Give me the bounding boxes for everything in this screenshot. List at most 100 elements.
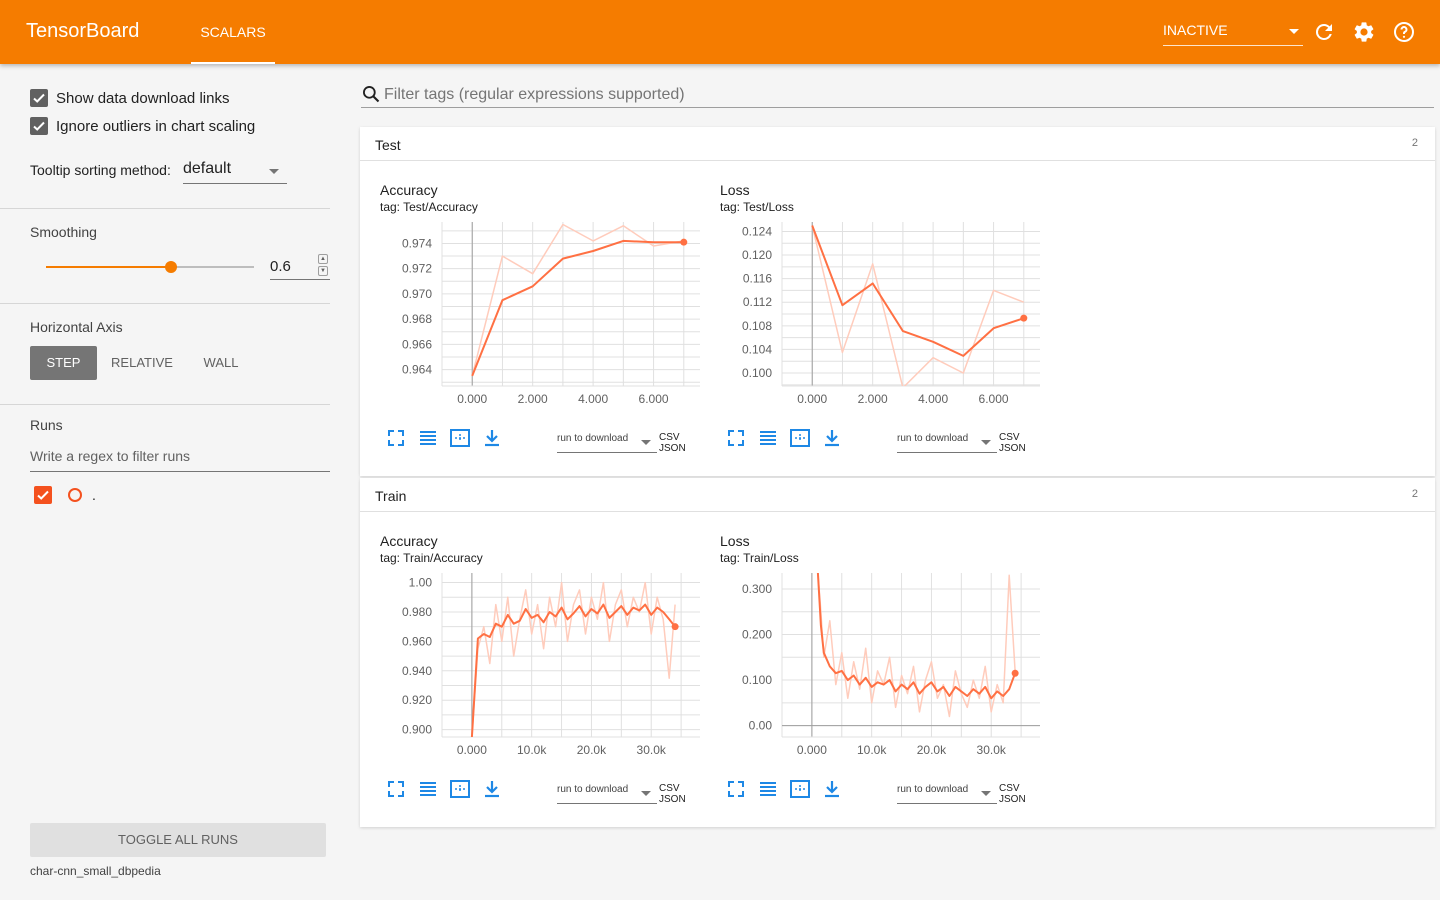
chart-title: Accuracy <box>380 182 438 198</box>
settings-gear-icon[interactable] <box>1352 20 1376 44</box>
run-item[interactable]: . <box>34 486 96 504</box>
axis-relative-button[interactable]: RELATIVE <box>104 346 180 380</box>
y-tick-label: 0.300 <box>742 582 772 596</box>
log-scale-icon[interactable] <box>418 428 438 448</box>
category-header[interactable]: Test 2 <box>360 127 1435 161</box>
smoothing-slider-knob[interactable] <box>164 261 177 273</box>
smoothing-input[interactable]: 0.6 ▲ ▼ <box>270 254 330 280</box>
chevron-down-icon <box>1289 29 1299 34</box>
smoothing-slider[interactable] <box>46 261 254 273</box>
smoothing-title: Smoothing <box>30 224 97 240</box>
y-tick-label: 0.200 <box>742 628 772 642</box>
csv-json-links[interactable]: CSV JSON <box>659 783 700 805</box>
app-title: TensorBoard <box>26 20 140 42</box>
tab-scalars-label: SCALARS <box>200 24 266 40</box>
y-tick-label: 0.120 <box>742 248 772 262</box>
chart-title: Accuracy <box>380 533 438 549</box>
download-icon[interactable] <box>822 779 842 799</box>
series-end-point <box>671 623 679 631</box>
tooltip-sorting-value: default <box>183 160 232 177</box>
download-icon[interactable] <box>482 779 502 799</box>
csv-json-links[interactable]: CSV JSON <box>659 432 700 454</box>
run-download-select[interactable]: run to download <box>897 784 997 804</box>
chart-card: Accuracy tag: Test/Accuracy 0.000 2.000 4.00… <box>360 170 700 460</box>
run-download-label: run to download <box>557 433 629 444</box>
x-tick-label: 0.000 <box>797 743 827 757</box>
x-tick-label: 0.000 <box>797 392 827 406</box>
run-download-label: run to download <box>897 433 969 444</box>
series-line-smoothed <box>816 573 1017 700</box>
chevron-down-icon <box>641 440 651 445</box>
category-name: Test <box>375 137 401 153</box>
series-group <box>816 573 1017 718</box>
csv-json-links[interactable]: CSV JSON <box>999 783 1040 805</box>
x-tick-label: 6.000 <box>979 392 1009 406</box>
y-tick-label: 0.968 <box>402 312 432 326</box>
show-download-links-checkbox[interactable]: Show data download links <box>30 88 229 108</box>
y-tick-label: 0.980 <box>402 605 432 619</box>
smoothing-slider-fill <box>46 266 171 268</box>
chart-tag: tag: Test/Loss <box>720 200 794 214</box>
run-download-select[interactable]: run to download <box>557 784 657 804</box>
fullscreen-icon[interactable] <box>726 428 746 448</box>
fit-domain-icon[interactable] <box>450 428 470 448</box>
fullscreen-icon[interactable] <box>386 428 406 448</box>
sidebar-divider <box>0 303 330 304</box>
y-tick-label: 0.116 <box>743 272 772 286</box>
run-filter-input[interactable]: Write a regex to filter runs <box>30 448 330 472</box>
x-tick-label: 30.0k <box>977 743 1007 757</box>
spin-down-icon[interactable]: ▼ <box>318 266 328 276</box>
y-tick-label: 0.108 <box>742 319 772 333</box>
chart-title: Loss <box>720 533 750 549</box>
fit-domain-icon[interactable] <box>790 428 810 448</box>
category-header[interactable]: Train 2 <box>360 478 1435 512</box>
x-tick-label: 6.000 <box>639 392 669 406</box>
category-count: 2 <box>1411 137 1418 149</box>
tag-filter-input[interactable]: Filter tags (regular expressions support… <box>361 82 1434 108</box>
download-icon[interactable] <box>822 428 842 448</box>
y-tick-label: 0.112 <box>743 295 772 309</box>
run-download-select[interactable]: run to download <box>897 433 997 453</box>
y-tick-label: 1.00 <box>409 576 433 590</box>
run-download-select[interactable]: run to download <box>557 433 657 453</box>
log-scale-icon[interactable] <box>758 779 778 799</box>
run-download-label: run to download <box>897 784 969 795</box>
axis-wall-button[interactable]: WALL <box>190 346 252 380</box>
spin-up-icon[interactable]: ▲ <box>318 254 328 264</box>
axis-step-button[interactable]: STEP <box>30 346 97 380</box>
fullscreen-icon[interactable] <box>726 779 746 799</box>
run-checkbox[interactable] <box>34 486 52 504</box>
runs-title: Runs <box>30 417 63 433</box>
chart-card: Accuracy tag: Train/Accuracy 0.000 10.0k 20.… <box>360 521 700 811</box>
x-tick-label: 2.000 <box>518 392 548 406</box>
refresh-icon[interactable] <box>1312 20 1336 44</box>
chevron-down-icon <box>269 169 279 174</box>
series-line-smoothed <box>471 239 684 377</box>
fullscreen-icon[interactable] <box>386 779 406 799</box>
inactive-dashboards-select[interactable]: INACTIVE <box>1163 22 1303 46</box>
tooltip-sorting-select[interactable]: default <box>183 160 287 184</box>
fit-domain-icon[interactable] <box>790 779 810 799</box>
series-group <box>471 223 684 377</box>
tooltip-sorting-label: Tooltip sorting method: <box>30 162 171 178</box>
category-train: Train 2 Accuracy tag: Train/Accuracy 0.000… <box>360 478 1435 827</box>
run-color-circle-icon <box>68 488 82 502</box>
x-tick-label: 0.000 <box>457 743 487 757</box>
chevron-down-icon <box>981 791 991 796</box>
logdir-label: char-cnn_small_dbpedia <box>30 864 161 878</box>
fit-domain-icon[interactable] <box>450 779 470 799</box>
y-tick-label: 0.970 <box>402 287 432 301</box>
category-count: 2 <box>1411 488 1418 500</box>
checkbox-checked-icon <box>30 117 48 135</box>
csv-json-links[interactable]: CSV JSON <box>999 432 1040 454</box>
series-end-point <box>1020 314 1028 322</box>
inactive-select-value: INACTIVE <box>1163 22 1228 38</box>
log-scale-icon[interactable] <box>418 779 438 799</box>
toggle-all-runs-button[interactable]: TOGGLE ALL RUNS <box>30 823 326 857</box>
tab-scalars[interactable]: SCALARS <box>191 0 275 64</box>
sidebar: Show data download links Ignore outliers… <box>0 64 358 900</box>
help-icon[interactable] <box>1392 20 1416 44</box>
ignore-outliers-checkbox[interactable]: Ignore outliers in chart scaling <box>30 116 255 136</box>
log-scale-icon[interactable] <box>758 428 778 448</box>
download-icon[interactable] <box>482 428 502 448</box>
